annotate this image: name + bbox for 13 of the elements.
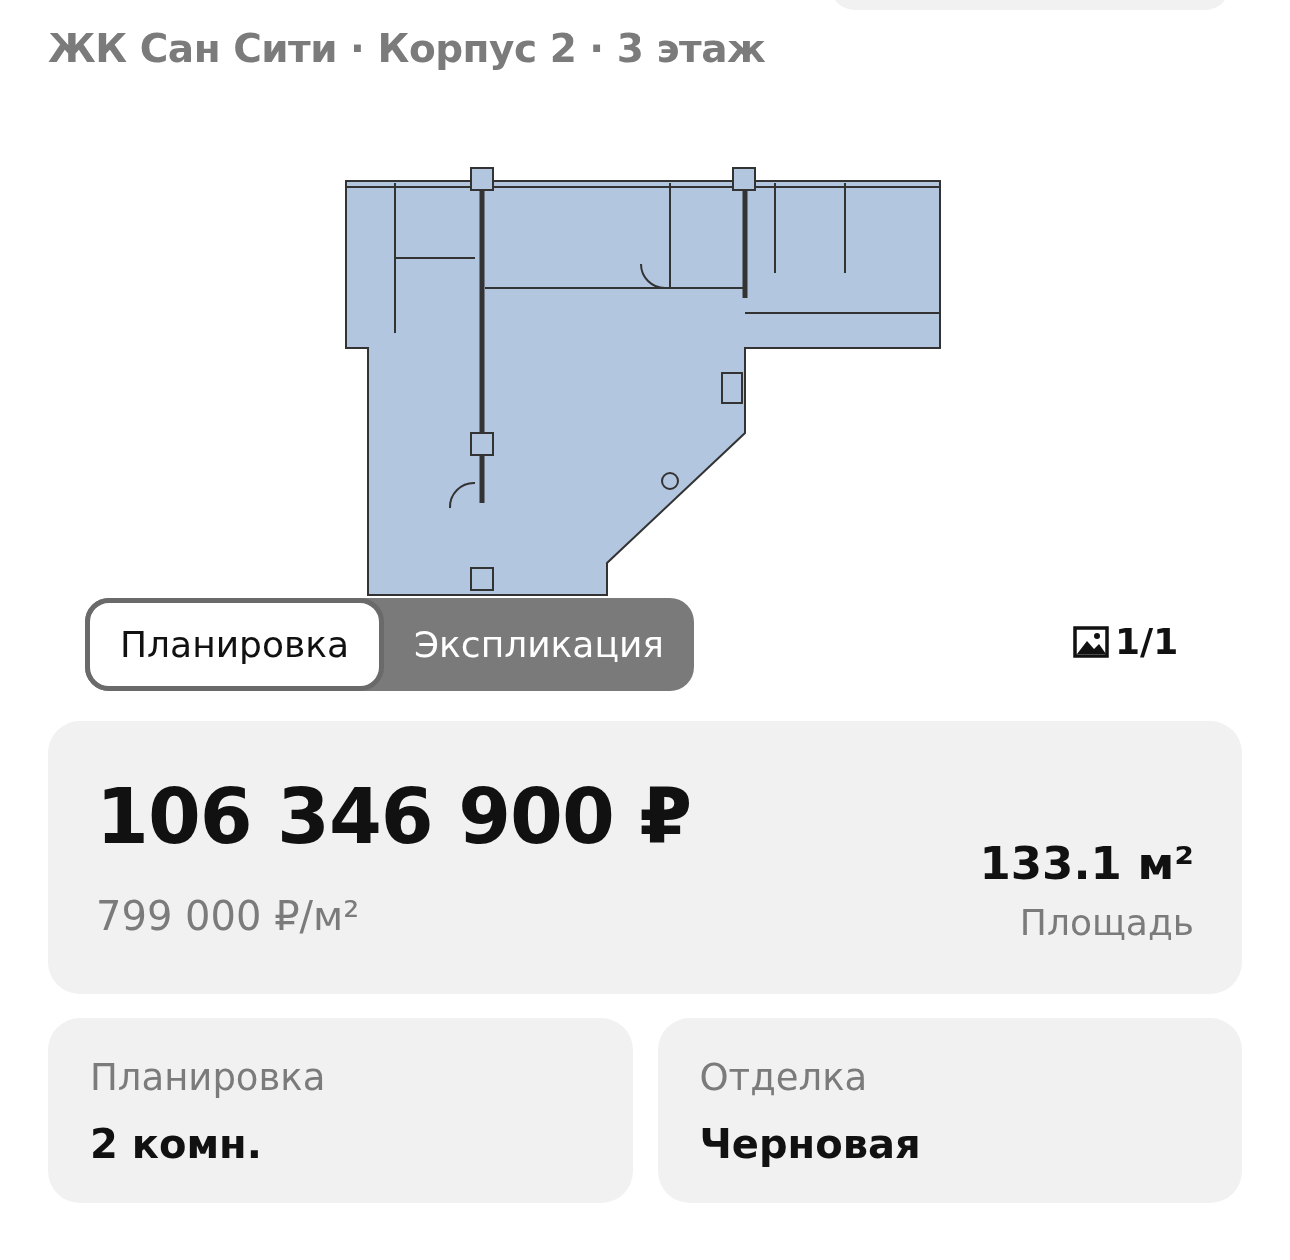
plan-tab[interactable]: Планировка bbox=[85, 598, 384, 691]
detail-label: Отделка bbox=[699, 1056, 869, 1099]
image-icon bbox=[1073, 625, 1109, 658]
total-price: 106 346 900 ₽ bbox=[96, 779, 692, 855]
detail-label: Планировка bbox=[90, 1056, 327, 1099]
photo-counter: 1/1 bbox=[1115, 621, 1179, 662]
detail-value: Черновая bbox=[699, 1121, 922, 1167]
plan-tab[interactable]: Экспликация bbox=[384, 598, 694, 691]
area-value: 133.1 м² bbox=[979, 837, 1194, 890]
complex-title: ЖК Сан Сити · Корпус 2 · 3 этаж bbox=[48, 25, 766, 71]
area-label: Площадь bbox=[1018, 902, 1194, 943]
price-per-meter: 799 000 ₽/м² bbox=[96, 893, 361, 939]
detail-value: 2 комн. bbox=[90, 1121, 263, 1167]
